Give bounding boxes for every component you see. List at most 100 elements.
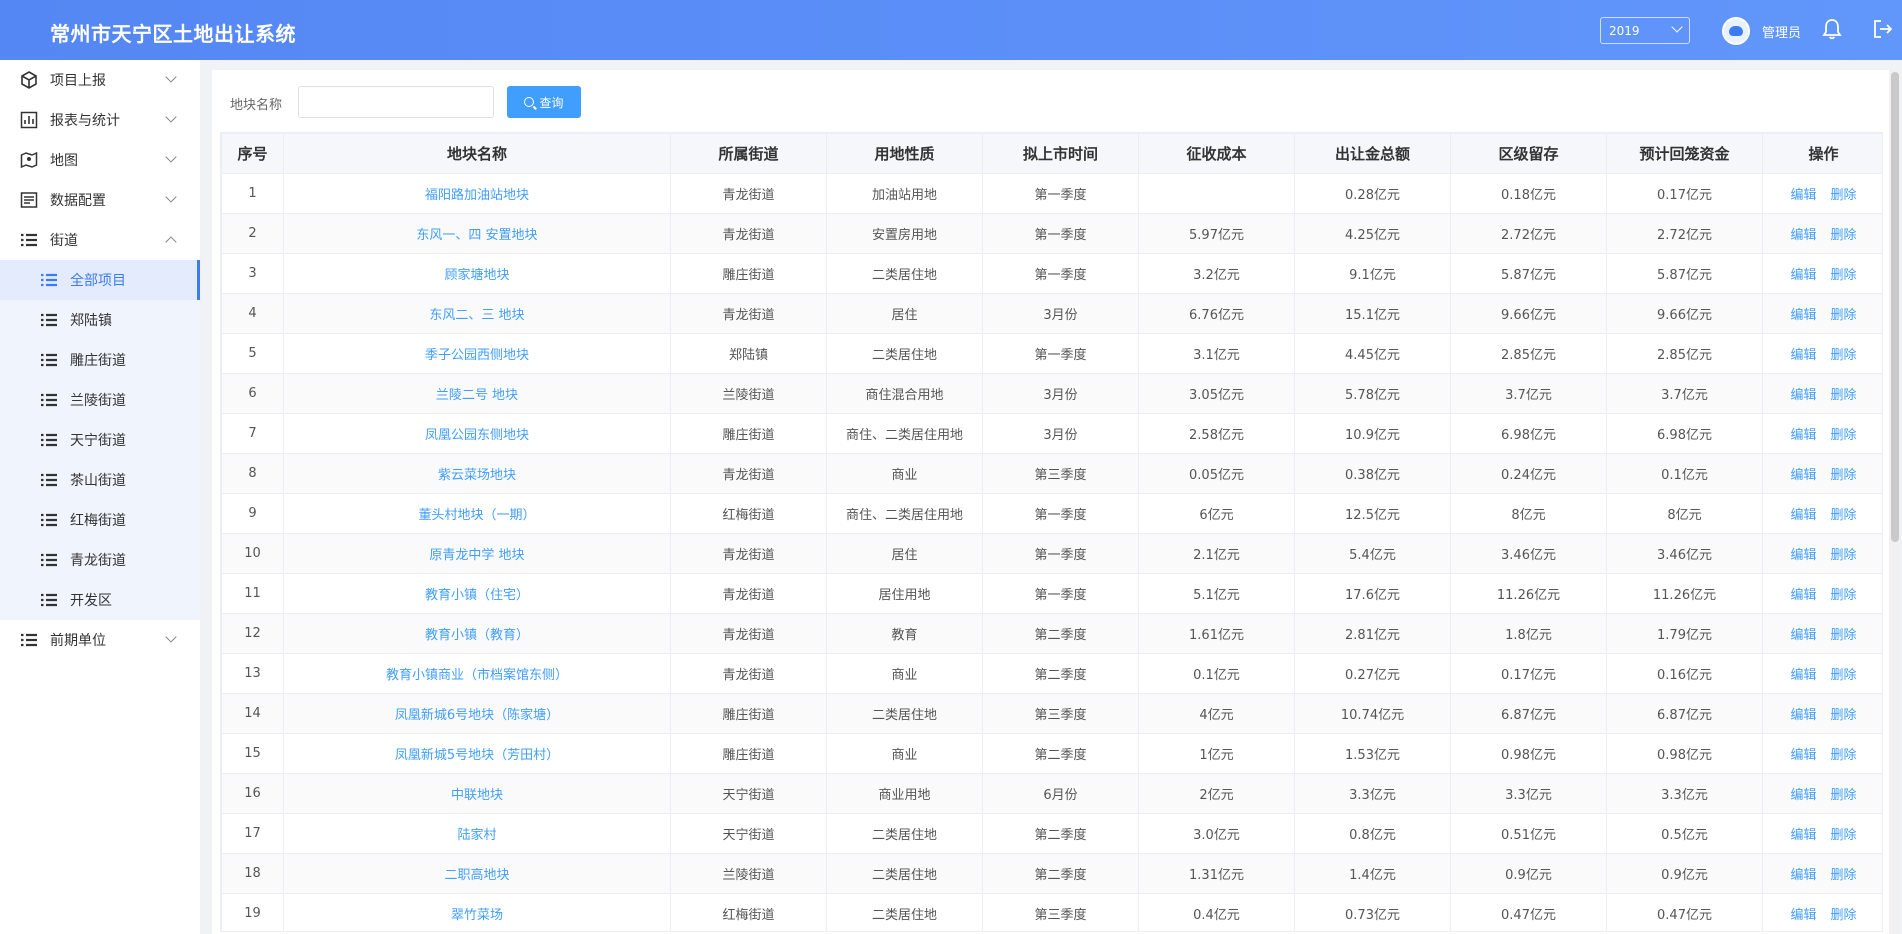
delete-link[interactable]: 删除	[1831, 548, 1857, 563]
delete-link[interactable]: 删除	[1831, 868, 1857, 883]
land-name-link[interactable]: 中联地块	[283, 773, 671, 814]
menu-item-project-report[interactable]: 项目上报	[0, 60, 200, 100]
bell-icon[interactable]	[1822, 18, 1842, 40]
table-cell: 14	[221, 693, 284, 734]
delete-link[interactable]: 删除	[1831, 228, 1857, 243]
sub-item-street[interactable]: 天宁街道	[0, 420, 200, 460]
edit-link[interactable]: 编辑	[1790, 628, 1816, 643]
year-select[interactable]: 2019	[1600, 17, 1690, 44]
sub-item-street[interactable]: 郑陆镇	[0, 300, 200, 340]
land-name-link[interactable]: 福阳路加油站地块	[283, 173, 671, 214]
delete-link[interactable]: 删除	[1831, 188, 1857, 203]
table-row: 12 教育小镇（教育） 青龙街道 教育 第二季度 1.61亿元 2.81亿元 1.8亿元 1.7…	[221, 613, 1882, 654]
search-input[interactable]	[298, 86, 494, 118]
sub-item-street[interactable]: 雕庄街道	[0, 340, 200, 380]
sub-item-all-projects[interactable]: 全部项目	[0, 260, 200, 300]
land-name-link[interactable]: 董头村地块（一期）	[283, 493, 671, 534]
avatar[interactable]	[1722, 17, 1750, 45]
land-name-link[interactable]: 原青龙中学 地块	[283, 533, 671, 574]
menu-item-preliminary-units[interactable]: 前期单位	[0, 620, 200, 660]
menu-label: 项目上报	[50, 73, 106, 89]
land-name-link[interactable]: 东风一、四 安置地块	[283, 213, 671, 254]
table-row: 4 东风二、三 地块 青龙街道 居住 3月份 6.76亿元 15.1亿元 9.66亿元 9.66…	[221, 293, 1882, 334]
table-cell: 3	[221, 253, 284, 294]
delete-link[interactable]: 删除	[1831, 388, 1857, 403]
table-cell: 12	[221, 613, 284, 654]
edit-link[interactable]: 编辑	[1790, 828, 1816, 843]
land-name-link[interactable]: 教育小镇（教育）	[283, 613, 671, 654]
delete-link[interactable]: 删除	[1831, 428, 1857, 443]
table-cell: 第一季度	[982, 213, 1139, 254]
land-name-link[interactable]: 凤凰新城6号地块（陈家塘）	[283, 693, 671, 734]
edit-link[interactable]: 编辑	[1790, 348, 1816, 363]
scrollbar-thumb[interactable]	[1891, 72, 1899, 542]
edit-link[interactable]: 编辑	[1790, 228, 1816, 243]
land-name-link[interactable]: 二职高地块	[283, 853, 671, 894]
edit-link[interactable]: 编辑	[1790, 588, 1816, 603]
logout-icon[interactable]	[1872, 18, 1894, 40]
table-cell: 二类居住地	[826, 853, 983, 894]
delete-link[interactable]: 删除	[1831, 628, 1857, 643]
actions-cell: 编辑 删除	[1762, 813, 1882, 854]
menu-item-data-config[interactable]: 数据配置	[0, 180, 200, 220]
delete-link[interactable]: 删除	[1831, 708, 1857, 723]
edit-link[interactable]: 编辑	[1790, 508, 1816, 523]
edit-link[interactable]: 编辑	[1790, 188, 1816, 203]
edit-link[interactable]: 编辑	[1790, 908, 1816, 923]
land-name-link[interactable]: 东风二、三 地块	[283, 293, 671, 334]
search-button[interactable]: 查询	[507, 86, 581, 118]
land-name-link[interactable]: 季子公园西侧地块	[283, 333, 671, 374]
edit-link[interactable]: 编辑	[1790, 708, 1816, 723]
delete-link[interactable]: 删除	[1831, 668, 1857, 683]
edit-link[interactable]: 编辑	[1790, 268, 1816, 283]
sub-item-street[interactable]: 青龙街道	[0, 540, 200, 580]
delete-link[interactable]: 删除	[1831, 908, 1857, 923]
delete-link[interactable]: 删除	[1831, 748, 1857, 763]
sub-item-street[interactable]: 兰陵街道	[0, 380, 200, 420]
menu-item-streets[interactable]: 街道	[0, 220, 200, 260]
delete-link[interactable]: 删除	[1831, 588, 1857, 603]
sub-item-street[interactable]: 开发区	[0, 580, 200, 620]
table-cell: 4亿元	[1138, 693, 1295, 734]
edit-link[interactable]: 编辑	[1790, 868, 1816, 883]
land-name-link[interactable]: 兰陵二号 地块	[283, 373, 671, 414]
table-cell: 0.18亿元	[1450, 173, 1607, 214]
table-cell: 4	[221, 293, 284, 334]
land-name-link[interactable]: 凤凰公园东侧地块	[283, 413, 671, 454]
land-name-link[interactable]: 教育小镇（住宅）	[283, 573, 671, 614]
delete-link[interactable]: 删除	[1831, 268, 1857, 283]
user-name[interactable]: 管理员	[1762, 22, 1801, 41]
edit-link[interactable]: 编辑	[1790, 428, 1816, 443]
land-name-link[interactable]: 顾家塘地块	[283, 253, 671, 294]
delete-link[interactable]: 删除	[1831, 508, 1857, 523]
delete-link[interactable]: 删除	[1831, 308, 1857, 323]
land-name-link[interactable]: 翠竹菜场	[283, 893, 671, 931]
land-name-link[interactable]: 教育小镇商业（市档案馆东侧）	[283, 653, 671, 694]
table-cell: 郑陆镇	[670, 333, 827, 374]
table-cell: 二类居住地	[826, 253, 983, 294]
year-select-value: 2019	[1609, 23, 1640, 38]
land-name-link[interactable]: 陆家村	[283, 813, 671, 854]
table-cell: 兰陵街道	[670, 853, 827, 894]
land-name-link[interactable]: 凤凰新城5号地块（芳田村）	[283, 733, 671, 774]
table-cell: 教育	[826, 613, 983, 654]
menu-item-map[interactable]: 地图	[0, 140, 200, 180]
edit-link[interactable]: 编辑	[1790, 548, 1816, 563]
land-name-link[interactable]: 紫云菜场地块	[283, 453, 671, 494]
menu-item-reports[interactable]: 报表与统计	[0, 100, 200, 140]
edit-link[interactable]: 编辑	[1790, 788, 1816, 803]
edit-link[interactable]: 编辑	[1790, 748, 1816, 763]
edit-link[interactable]: 编辑	[1790, 388, 1816, 403]
delete-link[interactable]: 删除	[1831, 828, 1857, 843]
sub-item-street[interactable]: 茶山街道	[0, 460, 200, 500]
edit-link[interactable]: 编辑	[1790, 308, 1816, 323]
sub-item-street[interactable]: 红梅街道	[0, 500, 200, 540]
chevron-down-icon	[165, 191, 177, 203]
delete-link[interactable]: 删除	[1831, 468, 1857, 483]
delete-link[interactable]: 删除	[1831, 788, 1857, 803]
delete-link[interactable]: 删除	[1831, 348, 1857, 363]
edit-link[interactable]: 编辑	[1790, 468, 1816, 483]
table-cell: 6.87亿元	[1606, 693, 1763, 734]
edit-link[interactable]: 编辑	[1790, 668, 1816, 683]
menu-label: 前期单位	[50, 633, 106, 649]
